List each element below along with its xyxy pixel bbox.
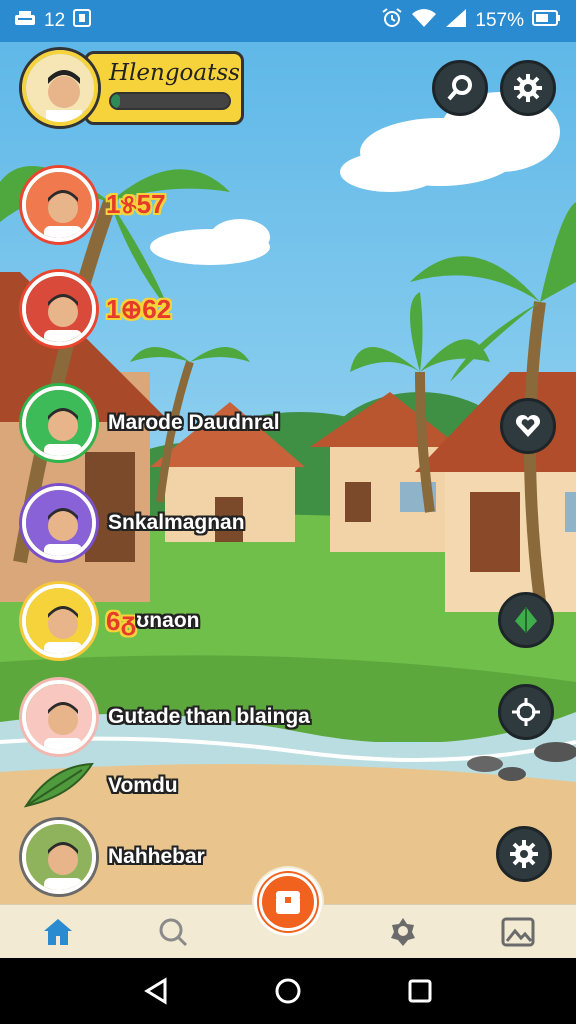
system-nav-bar — [0, 958, 576, 1024]
badge-icon — [391, 917, 416, 946]
player-avatar[interactable] — [22, 584, 96, 658]
player-score: 6ᵹ — [106, 605, 137, 636]
player-avatar[interactable] — [22, 50, 98, 126]
settings-button-2[interactable] — [496, 826, 552, 882]
target-button[interactable] — [498, 684, 554, 740]
status-time: 12 — [44, 10, 66, 31]
player-row[interactable]: 1⊕62 — [22, 272, 171, 346]
player-name: Gutade than blainga — [108, 705, 310, 728]
home-icon — [43, 918, 72, 945]
nav-badges[interactable] — [373, 907, 433, 957]
player-score: 1୫57 — [106, 189, 166, 219]
gear-icon — [514, 74, 542, 102]
nav-home[interactable] — [28, 907, 88, 957]
search-icon — [447, 75, 472, 101]
player-name: ʊnaon — [136, 609, 200, 632]
player-name: Marode Daudnral — [108, 411, 280, 434]
nature-button[interactable] — [498, 592, 554, 648]
player-avatar[interactable] — [22, 680, 96, 754]
nav-search[interactable] — [143, 907, 203, 957]
home-icon[interactable] — [274, 977, 302, 1005]
xp-progress-bar — [109, 92, 231, 110]
player-name: Hlengoatss — [109, 60, 240, 86]
search-button[interactable] — [432, 60, 488, 116]
favorite-button[interactable] — [500, 398, 556, 454]
player-name-box: Hlengoatss — [84, 51, 244, 125]
status-bar: 12 157% — [0, 0, 576, 42]
player-avatar[interactable] — [22, 386, 96, 460]
battery-icon — [532, 9, 562, 33]
player-row[interactable]: 6ᵹ ʊnaon — [22, 584, 199, 658]
player-row[interactable]: Vomdu — [22, 756, 178, 816]
chest-icon — [276, 891, 300, 914]
player-name: Vomdu — [108, 774, 178, 797]
nav-gallery[interactable] — [488, 907, 548, 957]
heart-icon — [515, 414, 541, 437]
player-row[interactable]: Gutade than blainga — [22, 680, 310, 754]
player-row[interactable]: Marode Daudnral — [22, 386, 280, 460]
player-row[interactable]: Snkalmagnan — [22, 486, 245, 560]
notification-icon — [14, 9, 36, 33]
player-name: Snkalmagnan — [108, 511, 245, 534]
notification-icon — [73, 9, 92, 33]
leaf-icon — [22, 756, 96, 816]
player-row[interactable]: Nahhebar — [22, 820, 205, 894]
back-icon[interactable] — [143, 977, 169, 1005]
player-avatar[interactable] — [22, 272, 96, 346]
alarm-icon — [381, 7, 403, 35]
player-avatar[interactable] — [22, 168, 96, 242]
top-player-card[interactable]: Hlengoatss — [22, 50, 244, 126]
player-avatar[interactable] — [22, 820, 96, 894]
player-score: 1⊕62 — [106, 293, 172, 324]
gear-icon — [510, 840, 538, 868]
crosshair-icon — [512, 698, 540, 726]
picture-icon — [501, 917, 535, 946]
settings-button[interactable] — [500, 60, 556, 116]
leaf-icon — [515, 607, 537, 633]
player-row[interactable]: 1୫57 — [22, 168, 166, 242]
battery-percent: 157% — [475, 10, 524, 31]
center-action-button[interactable] — [254, 868, 322, 936]
player-name: Nahhebar — [108, 845, 205, 868]
signal-icon — [445, 8, 467, 34]
player-avatar[interactable] — [22, 486, 96, 560]
xp-progress-fill — [111, 94, 121, 108]
wifi-icon — [411, 8, 437, 34]
search-icon — [159, 918, 187, 946]
recents-icon[interactable] — [407, 978, 433, 1004]
